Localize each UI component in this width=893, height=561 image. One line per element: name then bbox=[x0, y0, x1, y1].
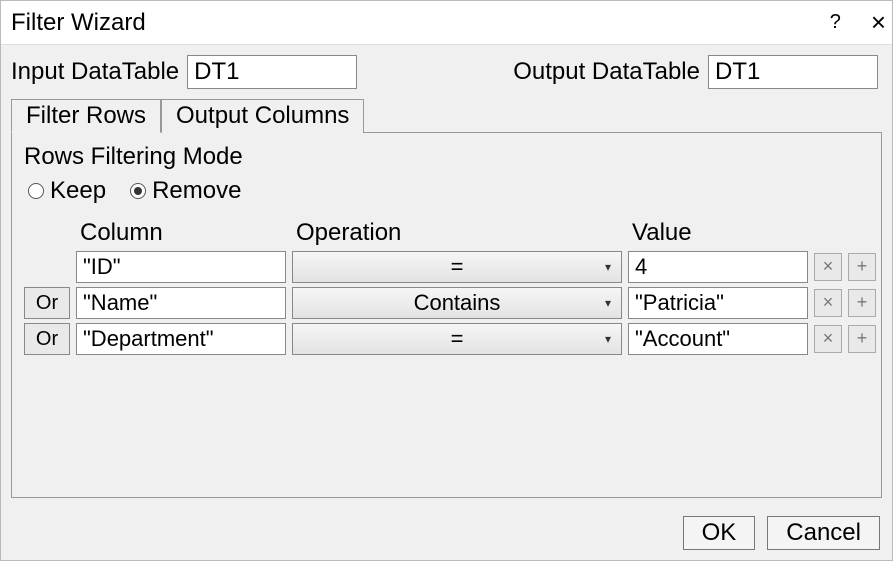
close-button[interactable]: × bbox=[871, 7, 886, 38]
operation-value: Contains bbox=[414, 290, 501, 316]
remove-row-button[interactable]: × bbox=[814, 253, 842, 281]
chevron-down-icon: ▾ bbox=[605, 260, 611, 274]
filter-wizard-dialog: Filter Wizard ? × Input DataTable Output… bbox=[0, 0, 893, 561]
conjunction-button[interactable]: Or bbox=[24, 323, 70, 355]
operation-value: = bbox=[451, 326, 464, 352]
conditions-grid: Column Operation Value = ▾ × + Or Cont bbox=[24, 219, 869, 355]
output-datatable-field[interactable] bbox=[708, 55, 878, 89]
window-controls: ? × bbox=[830, 7, 886, 38]
radio-dot-icon bbox=[28, 183, 44, 199]
operation-select[interactable]: Contains ▾ bbox=[292, 287, 622, 319]
datatable-io-row: Input DataTable Output DataTable bbox=[1, 45, 892, 99]
remove-row-button[interactable]: × bbox=[814, 289, 842, 317]
dialog-buttons: OK Cancel bbox=[1, 508, 892, 560]
chevron-down-icon: ▾ bbox=[605, 332, 611, 346]
input-datatable-field[interactable] bbox=[187, 55, 357, 89]
header-value: Value bbox=[628, 219, 808, 247]
add-row-button[interactable]: + bbox=[848, 325, 876, 353]
input-datatable-label: Input DataTable bbox=[11, 58, 179, 86]
chevron-down-icon: ▾ bbox=[605, 296, 611, 310]
operation-select[interactable]: = ▾ bbox=[292, 251, 622, 283]
ok-button[interactable]: OK bbox=[683, 516, 756, 550]
radio-keep[interactable]: Keep bbox=[28, 177, 106, 205]
radio-keep-label: Keep bbox=[50, 177, 106, 205]
tabstrip: Filter Rows Output Columns bbox=[11, 99, 882, 132]
tab-output-columns[interactable]: Output Columns bbox=[161, 99, 364, 133]
radio-remove[interactable]: Remove bbox=[130, 177, 241, 205]
operation-select[interactable]: = ▾ bbox=[292, 323, 622, 355]
header-operation: Operation bbox=[292, 219, 622, 247]
header-column: Column bbox=[76, 219, 286, 247]
column-field[interactable] bbox=[76, 287, 286, 319]
filter-rows-panel: Rows Filtering Mode Keep Remove Column O… bbox=[11, 132, 882, 498]
value-field[interactable] bbox=[628, 323, 808, 355]
value-field[interactable] bbox=[628, 251, 808, 283]
cancel-button[interactable]: Cancel bbox=[767, 516, 880, 550]
radio-remove-label: Remove bbox=[152, 177, 241, 205]
column-field[interactable] bbox=[76, 323, 286, 355]
titlebar: Filter Wizard ? × bbox=[1, 1, 892, 45]
add-row-button[interactable]: + bbox=[848, 253, 876, 281]
help-button[interactable]: ? bbox=[830, 11, 841, 34]
tab-filter-rows[interactable]: Filter Rows bbox=[11, 99, 161, 133]
conjunction-button[interactable]: Or bbox=[24, 287, 70, 319]
value-field[interactable] bbox=[628, 287, 808, 319]
column-field[interactable] bbox=[76, 251, 286, 283]
filtering-mode-label: Rows Filtering Mode bbox=[24, 143, 869, 171]
add-row-button[interactable]: + bbox=[848, 289, 876, 317]
radio-dot-selected-icon bbox=[130, 183, 146, 199]
filtering-mode-group: Keep Remove bbox=[28, 177, 869, 205]
operation-value: = bbox=[451, 254, 464, 280]
remove-row-button[interactable]: × bbox=[814, 325, 842, 353]
output-datatable-label: Output DataTable bbox=[513, 58, 700, 86]
window-title: Filter Wizard bbox=[11, 9, 146, 37]
tab-area: Filter Rows Output Columns Rows Filterin… bbox=[1, 99, 892, 508]
